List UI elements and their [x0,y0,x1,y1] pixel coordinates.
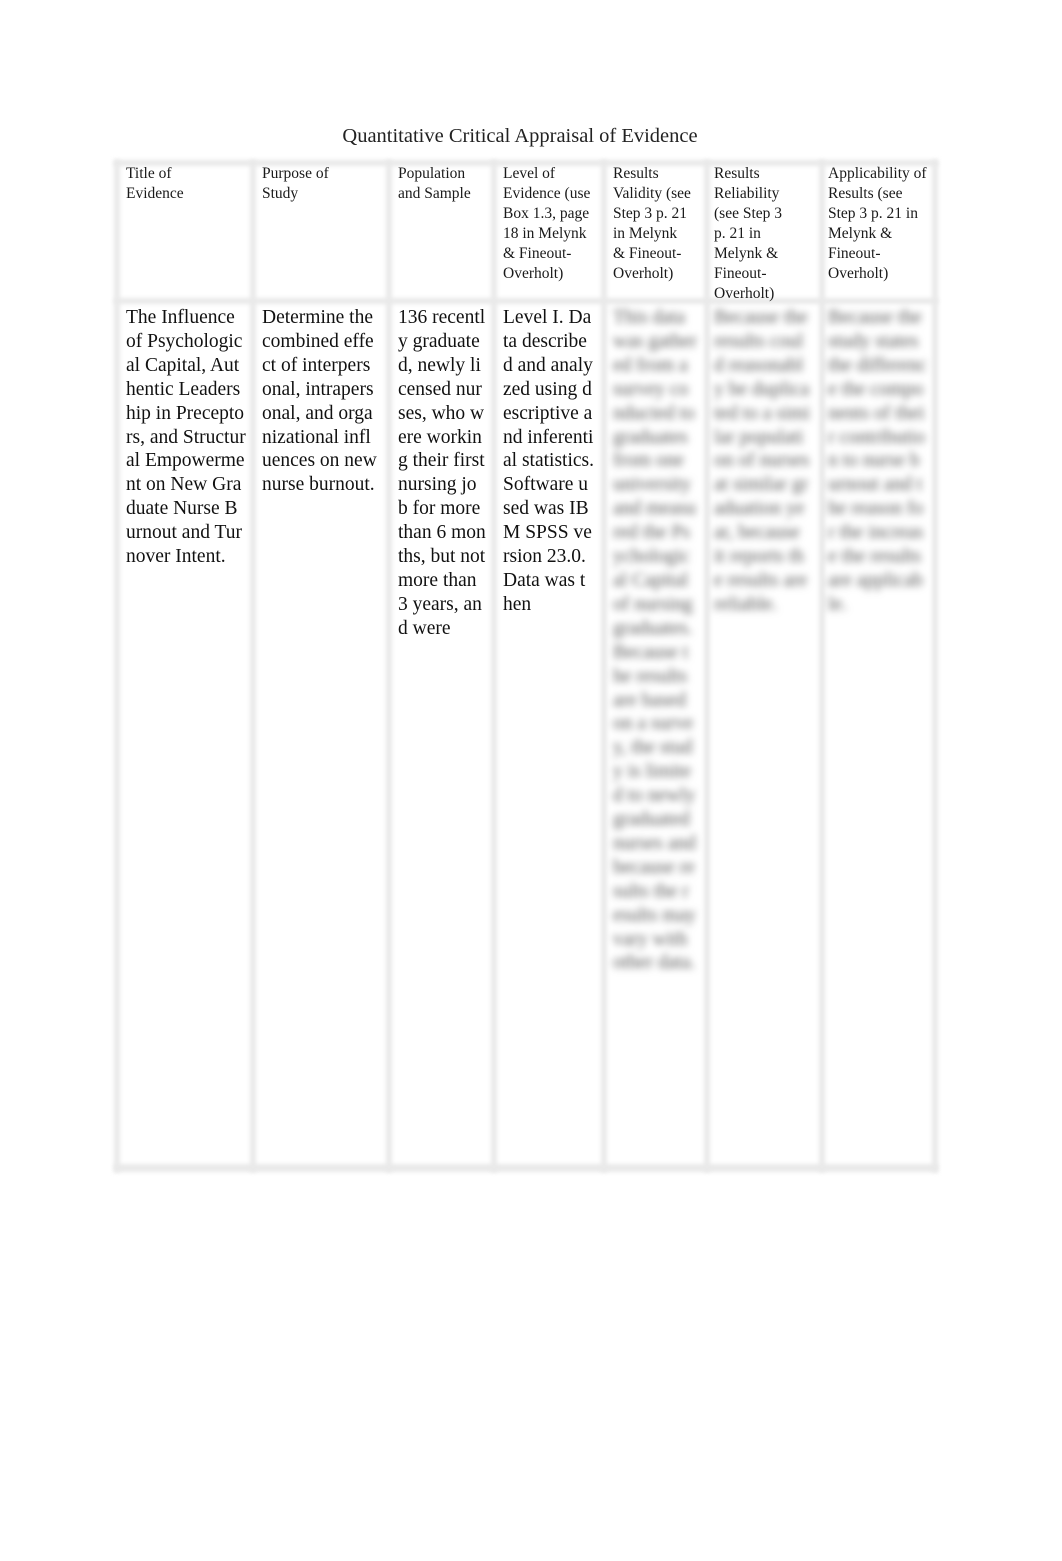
column-divider [250,160,256,1172]
appraisal-table: Title of Evidence Purpose of Study Popul… [114,160,938,1172]
header-row-divider [114,298,938,304]
header-applicability-of-results: Applicability of Results (see Step 3 p. … [828,165,927,282]
column-divider [601,160,607,1172]
cell-population-and-sample: 136 recently graduated, newly licensed n… [398,307,486,639]
table-border-bottom [114,1164,938,1172]
header-results-validity: Results Validity (see Step 3 p. 21 in Me… [613,165,691,282]
cell-title-of-evidence: The Influence of Psychological Capital, … [126,307,246,568]
table-border-right [932,160,938,1172]
table-border-left [114,160,120,1172]
header-level-of-evidence: Level of Evidence (use Box 1.3, page 18 … [503,165,591,282]
cell-results-reliability-redacted: Because the results could reasonably be … [714,307,810,615]
header-results-reliability: Results Reliability (see Step 3 p. 21 in… [714,165,783,302]
header-population-and-sample: Population and Sample [398,165,471,202]
cell-purpose-of-study: Determine the combined effect of interpe… [262,307,377,496]
header-purpose-of-study: Purpose of Study [262,165,329,202]
column-divider [704,160,710,1172]
column-divider [491,160,497,1172]
header-title-of-evidence: Title of Evidence [126,165,184,202]
column-divider [386,160,392,1172]
cell-applicability-of-results-redacted: Because the study states the difference … [828,307,927,615]
column-divider [819,160,825,1172]
cell-level-of-evidence: Level I. Data described and analyzed usi… [503,307,594,615]
cell-results-validity-redacted: This data was gathered from a survey con… [613,307,697,974]
document-title: Quantitative Critical Appraisal of Evide… [342,125,698,147]
